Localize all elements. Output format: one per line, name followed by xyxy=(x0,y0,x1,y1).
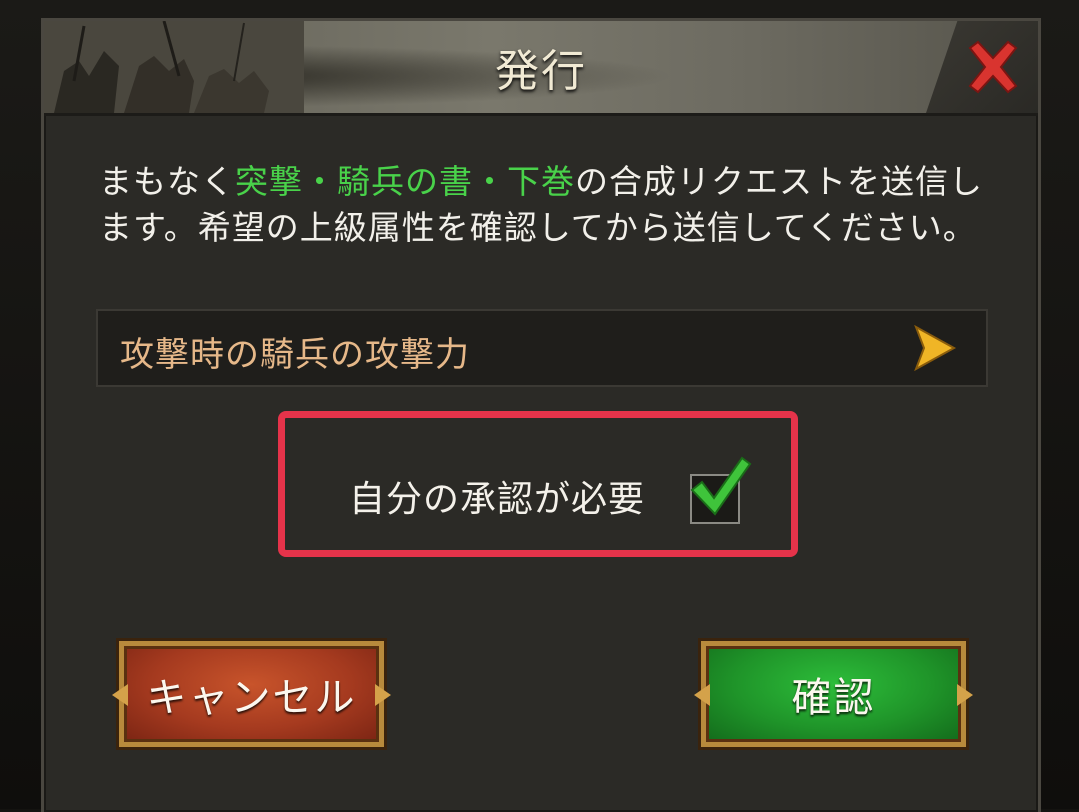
attribute-selector[interactable]: 攻撃時の騎兵の攻撃力 xyxy=(96,309,988,387)
approval-checkbox[interactable] xyxy=(690,456,752,524)
dialog-message: まもなく突撃・騎兵の書・下巻の合成リクエストを送信します。希望の上級属性を確認し… xyxy=(99,159,1004,251)
cancel-button-label: キャンセル xyxy=(146,675,357,721)
checkmark-icon xyxy=(690,456,752,516)
close-icon xyxy=(968,40,1018,94)
button-ornament-left xyxy=(112,684,128,706)
confirm-button-label: 確認 xyxy=(791,675,876,721)
approval-label: 自分の承認が必要 xyxy=(349,479,646,520)
confirm-button[interactable]: 確認 xyxy=(694,641,973,747)
button-ornament-right xyxy=(957,684,973,706)
issue-dialog: 発行 まもなく突撃・騎兵の書・下巻の合成リクエストを送信します。希望の上級属性を… xyxy=(41,18,1041,812)
message-prefix: まもなく xyxy=(99,162,235,201)
button-ornament-left xyxy=(694,684,710,706)
item-name: 突撃・騎兵の書・下巻 xyxy=(235,162,575,201)
button-ornament-right xyxy=(375,684,391,706)
attribute-label: 攻撃時の騎兵の攻撃力 xyxy=(120,335,470,375)
approval-highlight: 自分の承認が必要 xyxy=(278,411,798,557)
dialog-title: 発行 xyxy=(495,46,587,97)
chevron-right-icon xyxy=(910,324,960,375)
cancel-button[interactable]: キャンセル xyxy=(112,641,391,747)
title-bar: 発行 xyxy=(44,21,1038,116)
